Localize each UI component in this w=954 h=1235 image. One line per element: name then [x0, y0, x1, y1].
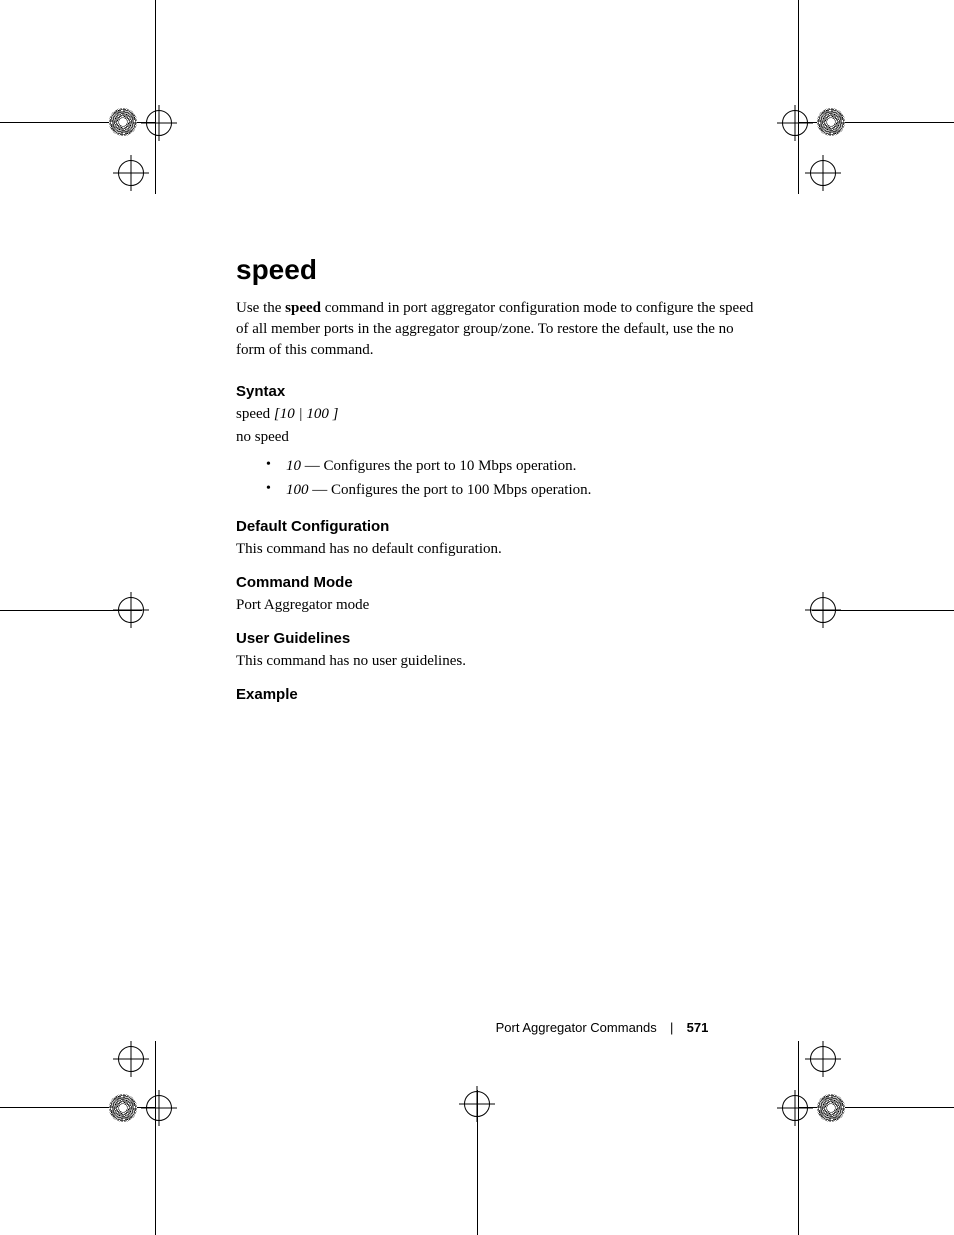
registration-mark-icon: [817, 108, 845, 136]
registration-mark-icon: [109, 108, 137, 136]
crop-mark-icon: [155, 1041, 156, 1235]
registration-mark-icon: [464, 1091, 490, 1117]
default-config-text: This command has no default configuratio…: [236, 541, 756, 558]
registration-mark-icon: [817, 1094, 845, 1122]
parameter-list: 10 — Configures the port to 10 Mbps oper…: [266, 454, 756, 502]
heading-example: Example: [236, 686, 756, 703]
registration-mark-icon: [810, 1046, 836, 1072]
parameter-item: 10 — Configures the port to 10 Mbps oper…: [266, 454, 756, 478]
page-footer: Port Aggregator Commands | 571: [0, 1020, 954, 1036]
page-content: speed Use the speed command in port aggr…: [236, 254, 756, 709]
registration-mark-icon: [146, 110, 172, 136]
heading-default-config: Default Configuration: [236, 518, 756, 535]
registration-mark-icon: [118, 160, 144, 186]
user-guidelines-text: This command has no user guidelines.: [236, 653, 756, 670]
footer-separator: |: [670, 1020, 673, 1035]
syntax-no-form: no speed: [236, 429, 756, 446]
crop-mark-icon: [155, 0, 156, 194]
command-mode-text: Port Aggregator mode: [236, 597, 756, 614]
registration-mark-icon: [782, 110, 808, 136]
footer-page-number: 571: [687, 1020, 709, 1035]
registration-mark-icon: [782, 1095, 808, 1121]
registration-mark-icon: [146, 1095, 172, 1121]
registration-mark-icon: [118, 1046, 144, 1072]
heading-syntax: Syntax: [236, 383, 756, 400]
crop-mark-icon: [798, 0, 799, 194]
parameter-item: 100 — Configures the port to 100 Mbps op…: [266, 478, 756, 502]
registration-mark-icon: [810, 597, 836, 623]
registration-mark-icon: [118, 597, 144, 623]
intro-paragraph: Use the speed command in port aggregator…: [236, 298, 756, 361]
registration-mark-icon: [109, 1094, 137, 1122]
footer-section-name: Port Aggregator Commands: [496, 1020, 657, 1035]
syntax-command: speed [10 | 100 ]: [236, 406, 756, 423]
heading-command-mode: Command Mode: [236, 574, 756, 591]
crop-mark-icon: [798, 1041, 799, 1235]
command-title: speed: [236, 254, 756, 286]
heading-user-guidelines: User Guidelines: [236, 630, 756, 647]
registration-mark-icon: [810, 160, 836, 186]
